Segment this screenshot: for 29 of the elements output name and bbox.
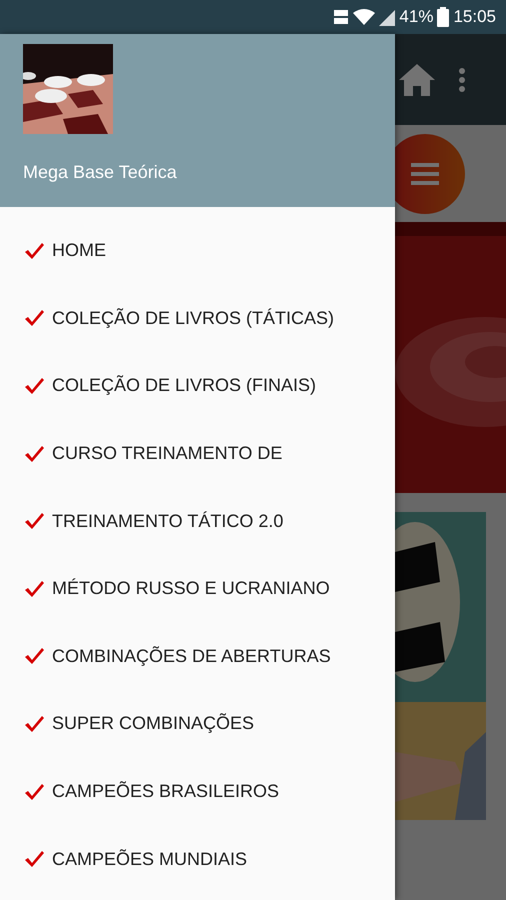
drawer-title: Mega Base Teórica [23, 162, 178, 183]
menu-item[interactable]: CURSO TREINAMENTO DE [0, 420, 395, 488]
signal-icon [379, 8, 396, 26]
menu-item[interactable]: COLEÇÃO DE LIVROS (TÁTICAS) [0, 284, 395, 352]
more-options-icon[interactable] [459, 68, 465, 92]
wifi-icon [353, 8, 376, 26]
checkmark-icon [24, 850, 44, 868]
menu-icon [411, 162, 439, 184]
checkmark-icon [24, 444, 44, 463]
menu-item[interactable]: CAMPEÕES BRASILEIROS [0, 758, 395, 826]
menu-item[interactable]: MÉTODO RUSSO E UCRANIANO [0, 554, 395, 623]
menu-item[interactable]: TREINAMENTO TÁTICO 2.0 [0, 487, 395, 555]
checkmark-icon [24, 242, 44, 260]
menu-item[interactable]: HOME [0, 217, 395, 285]
checkmark-icon [24, 647, 44, 666]
checkmark-icon [24, 376, 44, 395]
checkmark-icon [24, 512, 44, 530]
home-icon[interactable] [399, 64, 435, 96]
checkmark-icon [24, 580, 44, 598]
menu-item[interactable]: COMBINAÇÕES DE ABERTURAS [0, 622, 395, 690]
clock: 15:05 [453, 7, 496, 27]
battery-icon [437, 7, 450, 27]
battery-percentage: 41% [399, 7, 434, 27]
menu-item[interactable]: CAMPEÕES MUNDIAIS [0, 825, 395, 893]
checkmark-icon [24, 309, 44, 328]
checkmark-icon [24, 714, 44, 733]
menu-item[interactable]: SUPER COMBINAÇÕES [0, 690, 395, 758]
checkmark-icon [24, 782, 44, 801]
menu-item[interactable]: COLEÇÃO DE LIVROS (FINAIS) [0, 352, 395, 420]
